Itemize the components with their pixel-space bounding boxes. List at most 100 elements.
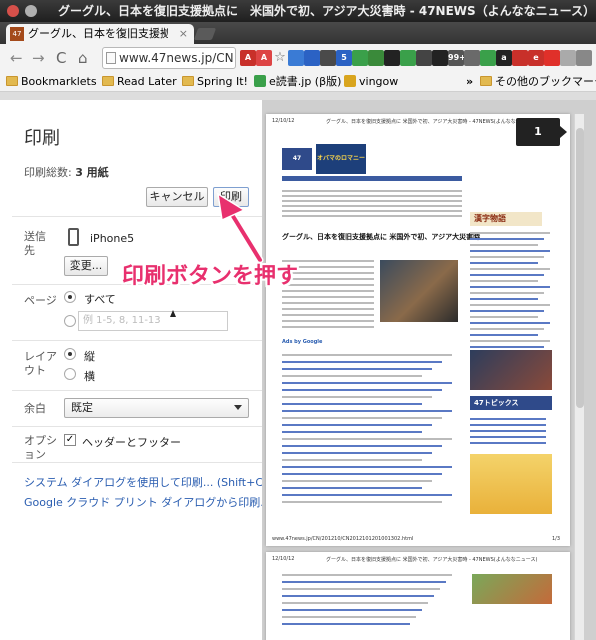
extension-icon[interactable]: A	[256, 50, 272, 66]
pages-custom-radio[interactable]	[64, 315, 76, 327]
change-destination-button[interactable]: 変更...	[64, 256, 108, 276]
text-line	[470, 334, 538, 336]
text-line	[282, 389, 442, 391]
text-line	[470, 442, 546, 444]
scroll-thumb[interactable]	[576, 128, 584, 408]
text-line	[470, 268, 550, 270]
text-line	[470, 286, 550, 288]
text-line	[470, 418, 546, 420]
page-date: 12/10/12	[272, 118, 295, 124]
preview-scrollbar[interactable]	[574, 114, 584, 640]
tab-close-icon[interactable]: ×	[179, 24, 188, 44]
minimize-window-button[interactable]	[25, 5, 37, 17]
chevron-down-icon	[234, 405, 242, 410]
browser-toolbar: ← → C ⌂ www.47news.jp/CN A A ☆ 5 99+ a e	[0, 44, 596, 72]
extension-icon[interactable]	[320, 50, 336, 66]
side-title: 漢字物語	[470, 212, 542, 226]
bookmark-read-later[interactable]: Read Later	[102, 74, 177, 90]
text-line	[470, 430, 546, 432]
margin-select[interactable]: 既定	[64, 398, 249, 418]
text-line	[282, 581, 446, 583]
text-line	[282, 501, 442, 503]
layout-landscape-label: 横	[84, 370, 95, 383]
extension-icon[interactable]	[512, 50, 528, 66]
annotation-text: 印刷ボタンを押す	[122, 264, 299, 289]
text-line	[282, 473, 442, 475]
extension-icon[interactable]: a	[496, 50, 512, 66]
text-line	[282, 326, 374, 328]
extension-icon[interactable]: A	[240, 50, 256, 66]
system-dialog-link[interactable]: システム ダイアログを使用して印刷... (Shift+Ctrl+P)	[24, 474, 295, 490]
extension-icon[interactable]	[416, 50, 432, 66]
header-footer-checkbox[interactable]: ✓	[64, 434, 76, 446]
close-window-button[interactable]	[7, 5, 19, 17]
extension-icon[interactable]	[288, 50, 304, 66]
bookmark-vingow[interactable]: vingow	[344, 74, 398, 90]
destination-name: iPhone5	[90, 232, 135, 245]
cloud-print-link[interactable]: Google クラウド プリント ダイアログから印刷...	[24, 494, 271, 510]
page-badge-arrow	[560, 126, 567, 138]
pages-label: ページ	[24, 294, 57, 307]
text-line	[282, 290, 374, 292]
text-line	[282, 616, 416, 618]
extension-icon[interactable]	[560, 50, 576, 66]
extension-icon[interactable]	[352, 50, 368, 66]
layout-label: レイアウト	[24, 350, 57, 377]
text-line	[282, 361, 442, 363]
text-line	[282, 445, 442, 447]
extension-icon[interactable]	[400, 50, 416, 66]
text-line	[282, 200, 462, 202]
text-line	[470, 310, 544, 312]
divider	[12, 340, 262, 341]
pages-range-input[interactable]: 例 1-5, 8, 11-13	[78, 311, 228, 331]
extension-icon[interactable]	[304, 50, 320, 66]
extension-icon[interactable]	[432, 50, 448, 66]
text-line	[470, 322, 550, 324]
text-line	[282, 424, 432, 426]
mouse-cursor-icon	[170, 310, 176, 317]
bookmark-star-icon[interactable]: ☆	[272, 50, 288, 66]
text-line	[282, 494, 452, 496]
text-line	[470, 298, 538, 300]
extension-icon[interactable]	[544, 50, 560, 66]
address-bar[interactable]: www.47news.jp/CN	[102, 47, 236, 69]
text-line	[282, 296, 374, 298]
browser-tab[interactable]: 47 グーグル、日本を復旧支援拠 ×	[6, 24, 194, 44]
extension-icon[interactable]	[368, 50, 384, 66]
text-line	[282, 459, 422, 461]
pages-all-radio[interactable]	[64, 291, 76, 303]
text-line	[282, 320, 374, 322]
forward-arrow-icon[interactable]: →	[32, 50, 45, 66]
extension-icon[interactable]: e	[528, 50, 544, 66]
extension-icon[interactable]: 5	[336, 50, 352, 66]
nav-bar	[282, 176, 462, 181]
text-line	[470, 328, 544, 330]
text-line	[282, 623, 410, 625]
bookmark-e-dokusho[interactable]: e読書.jp (β版)	[254, 74, 341, 90]
extension-icon[interactable]	[576, 50, 592, 66]
browser-window: グーグル、日本を復旧支援拠点に 米国外で初、アジア大災害時 - 47NEWS（よ…	[0, 0, 596, 640]
title-bar: グーグル、日本を復旧支援拠点に 米国外で初、アジア大災害時 - 47NEWS（よ…	[0, 0, 596, 22]
back-arrow-icon[interactable]: ←	[10, 50, 23, 66]
bookmarks-overflow-chevron-icon[interactable]: »	[466, 74, 473, 90]
bookmark-other[interactable]: その他のブックマーク	[480, 74, 596, 90]
header-footer-label: ヘッダーとフッター	[82, 436, 181, 449]
text-line	[470, 262, 538, 264]
extension-icon[interactable]	[384, 50, 400, 66]
reload-icon[interactable]: C	[56, 50, 66, 66]
bookmark-bookmarklets[interactable]: Bookmarklets	[6, 74, 97, 90]
divider	[12, 462, 262, 463]
text-line	[282, 417, 442, 419]
home-icon[interactable]: ⌂	[78, 50, 88, 66]
layout-landscape-radio[interactable]	[64, 368, 76, 380]
layout-portrait-radio[interactable]	[64, 348, 76, 360]
folder-icon	[102, 76, 114, 86]
new-tab-button[interactable]	[193, 28, 217, 40]
bookmark-spring-it[interactable]: Spring It!	[182, 74, 248, 90]
extension-icon[interactable]	[464, 50, 480, 66]
cancel-button[interactable]: キャンセル	[146, 187, 208, 207]
extension-icon[interactable]: 99+	[448, 50, 464, 66]
extension-icon[interactable]	[480, 50, 496, 66]
text-line	[282, 431, 422, 433]
text-line	[282, 396, 432, 398]
